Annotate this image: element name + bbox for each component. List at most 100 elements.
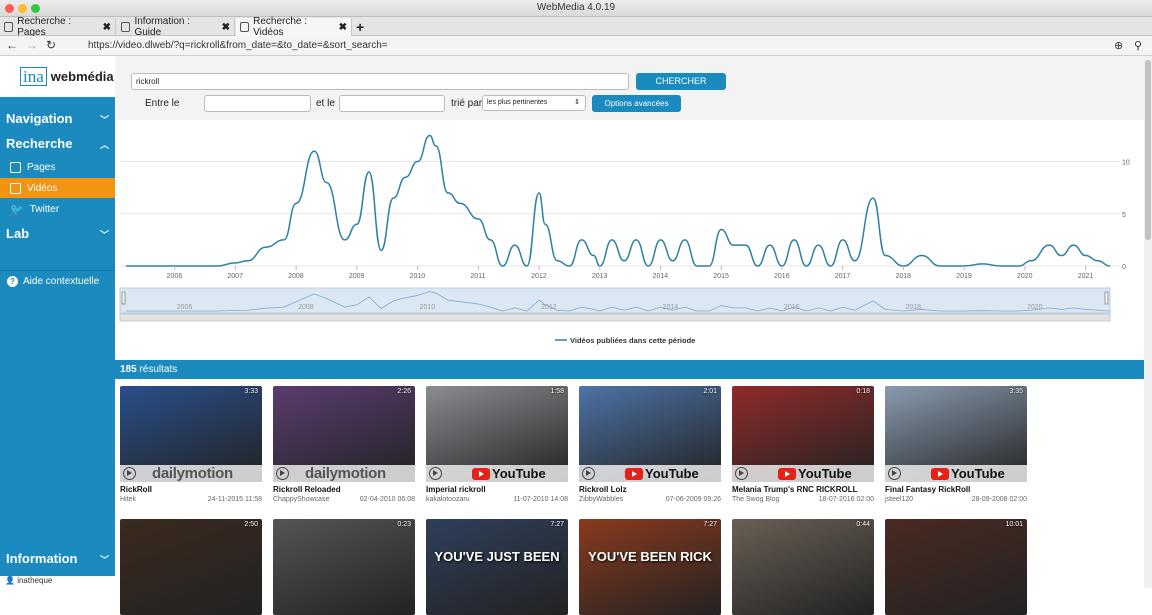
video-thumbnail[interactable]: 2:50 — [120, 519, 262, 615]
video-thumbnail[interactable]: 2:26 dailymotion — [273, 386, 415, 482]
navigator-tick-label: 2010 — [420, 304, 436, 311]
x-tick-label: 2018 — [895, 273, 911, 280]
x-tick-label: 2017 — [835, 273, 851, 280]
video-thumbnail[interactable]: 7:27 YOU'VE JUST BEEN — [426, 519, 568, 615]
play-icon[interactable] — [735, 467, 748, 480]
video-card[interactable]: 1:58 YouTube Imperial rickroll kakalotoozar… — [426, 386, 568, 503]
video-title[interactable]: Rickroll Lolz — [579, 485, 721, 494]
video-title[interactable]: Imperial rickroll — [426, 485, 568, 494]
video-thumbnail[interactable]: 0:44 — [732, 519, 874, 615]
navigator-handle-right — [1104, 291, 1109, 305]
sidebar-information[interactable]: Information ﹀ — [6, 551, 109, 566]
navigator-tick-label: 2018 — [905, 304, 921, 311]
video-thumbnail[interactable]: 10:01 — [885, 519, 1027, 615]
sidebar-recherche[interactable]: Recherche ︿ — [6, 136, 109, 151]
play-icon[interactable] — [276, 467, 289, 480]
tab-recherche-pages[interactable]: Recherche : Pages ✖ — [0, 16, 116, 38]
search-input[interactable]: rickroll — [131, 73, 629, 90]
sidebar-item-videos[interactable]: Vidéos — [0, 178, 115, 198]
chevron-down-icon: ﹀ — [99, 230, 109, 240]
video-card[interactable]: 3:33 dailymotion RickRoll Hitek 24-11-2015 1… — [120, 386, 262, 503]
zoom-icon[interactable]: ⊕ — [1114, 39, 1123, 52]
x-tick-label: 2020 — [1017, 273, 1033, 280]
advanced-options-button[interactable]: Options avancées — [592, 95, 681, 112]
url-bar[interactable]: https://video.dlweb/?q=rickroll&from_dat… — [88, 40, 388, 51]
video-card[interactable]: 0:44 — [732, 519, 874, 615]
sort-select[interactable]: les plus pertinentes ⇕ — [482, 95, 586, 111]
search-button[interactable]: CHERCHER — [636, 73, 726, 90]
close-tab-icon[interactable]: ✖ — [339, 22, 347, 33]
new-tab-button[interactable]: + — [356, 19, 364, 35]
video-card[interactable]: 3:35 YouTube Final Fantasy RickRoll jsteel1… — [885, 386, 1027, 503]
video-source-bar: YouTube — [732, 465, 874, 482]
close-tab-icon[interactable]: ✖ — [103, 22, 111, 33]
video-source-bar: YouTube — [579, 465, 721, 482]
youtube-logo: YouTube — [625, 466, 699, 481]
video-source-bar: YouTube — [426, 465, 568, 482]
play-icon[interactable] — [123, 467, 136, 480]
window-titlebar: WebMedia 4.0.19 — [0, 0, 1152, 17]
to-date-input[interactable] — [339, 95, 445, 112]
main-content: rickroll CHERCHER Entre le et le trié pa… — [115, 56, 1144, 615]
video-thumbnail[interactable]: 7:27 YOU'VE BEEN RICK — [579, 519, 721, 615]
series-line — [126, 134, 1111, 267]
video-title[interactable]: Melania Trump's RNC RICKROLL — [732, 485, 874, 494]
sidebar-lab[interactable]: Lab ﹀ — [6, 226, 109, 241]
video-title[interactable]: Final Fantasy RickRoll — [885, 485, 1027, 494]
back-arrow-icon[interactable]: ← — [6, 38, 18, 52]
x-tick-label: 2010 — [410, 273, 426, 280]
video-card[interactable]: 10:01 — [885, 519, 1027, 615]
play-icon[interactable] — [582, 467, 595, 480]
video-source-bar: dailymotion — [273, 465, 415, 482]
twitter-icon: 🐦 — [10, 203, 24, 216]
video-card[interactable]: 2:26 dailymotion Rickroll Reloaded ChappySh… — [273, 386, 415, 503]
contextual-help[interactable]: ? Aide contextuelle — [0, 270, 115, 292]
sidebar-lab-label: Lab — [6, 226, 30, 241]
close-tab-icon[interactable]: ✖ — [222, 22, 230, 33]
youtube-wordmark: YouTube — [951, 466, 1005, 481]
video-date: 28-09-2008 02:00 — [971, 496, 1027, 503]
timeline-chart[interactable]: 0 5 10 2006 2007 2008 2009 2010 2011 2012 2013 2014… — [115, 120, 1144, 360]
video-thumbnail[interactable]: 0:18 YouTube — [732, 386, 874, 482]
tab-bar: Recherche : Pages ✖ Information : Guide … — [0, 16, 1152, 38]
from-date-input[interactable] — [204, 95, 311, 112]
sidebar: ina webmédia / Navigation ﹀ Recherche ︿ … — [0, 56, 122, 588]
webmedia-logo[interactable]: ina webmédia / — [0, 56, 122, 97]
sidebar-item-label: Twitter — [29, 203, 60, 215]
search-icon[interactable]: ⚲ — [1134, 39, 1142, 52]
tab-recherche-videos[interactable]: Recherche : Vidéos ✖ — [236, 16, 352, 38]
tab-information-guide[interactable]: Information : Guide ✖ — [117, 16, 235, 38]
sidebar-item-pages[interactable]: Pages — [0, 157, 115, 177]
video-source-bar: dailymotion — [120, 465, 262, 482]
video-card[interactable]: 7:27 YOU'VE JUST BEEN — [426, 519, 568, 615]
video-duration: 3:35 — [1009, 388, 1023, 395]
video-card[interactable]: 2:01 YouTube Rickroll Lolz ZibbyWabbles 07-0… — [579, 386, 721, 503]
scrollbar-thumb[interactable] — [1145, 60, 1151, 240]
video-duration: 0:44 — [856, 521, 870, 528]
video-card[interactable]: 7:27 YOU'VE BEEN RICK — [579, 519, 721, 615]
play-icon[interactable] — [429, 467, 442, 480]
video-title[interactable]: RickRoll — [120, 485, 262, 494]
video-card[interactable]: 0:23 — [273, 519, 415, 615]
video-thumbnail[interactable]: 2:01 YouTube — [579, 386, 721, 482]
user-info[interactable]: 👤 inatheque — [0, 576, 115, 588]
video-card[interactable]: 2:50 — [120, 519, 262, 615]
video-thumbnail[interactable]: 0:23 — [273, 519, 415, 615]
page-scrollbar[interactable] — [1144, 56, 1152, 588]
sidebar-navigation[interactable]: Navigation ﹀ — [6, 111, 109, 126]
video-card[interactable]: 0:18 YouTube Melania Trump's RNC RICKROLL T… — [732, 386, 874, 503]
thumbnail-caption: YOU'VE JUST BEEN — [434, 549, 560, 564]
x-tick-label: 2021 — [1078, 273, 1094, 280]
navigator-scrollbar — [119, 313, 1111, 322]
video-thumbnail[interactable]: 3:35 YouTube — [885, 386, 1027, 482]
sidebar-information-label: Information — [6, 551, 78, 566]
x-tick-label: 2016 — [774, 273, 790, 280]
sidebar-item-twitter[interactable]: 🐦 Twitter — [0, 199, 115, 219]
reload-icon[interactable]: ↻ — [46, 38, 56, 52]
play-icon[interactable] — [888, 467, 901, 480]
video-thumbnail[interactable]: 3:33 dailymotion — [120, 386, 262, 482]
forward-arrow-icon[interactable]: → — [26, 38, 38, 52]
tab-label: Information : Guide — [134, 16, 191, 38]
video-title[interactable]: Rickroll Reloaded — [273, 485, 415, 494]
video-thumbnail[interactable]: 1:58 YouTube — [426, 386, 568, 482]
